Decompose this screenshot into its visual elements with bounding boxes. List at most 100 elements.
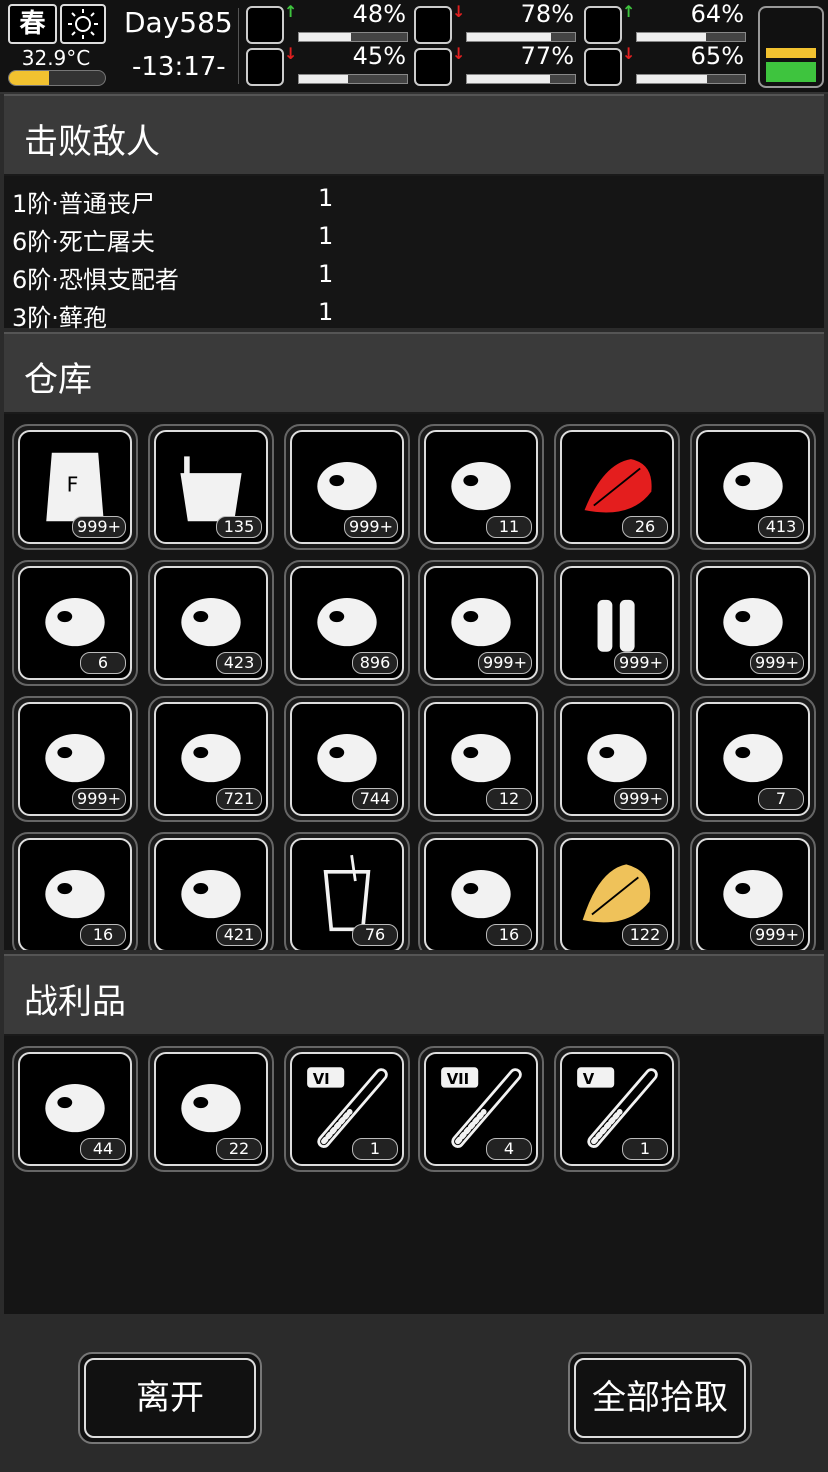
item-count: 421	[216, 924, 262, 946]
item-count: 122	[622, 924, 668, 946]
storage-grid[interactable]: F 999+ 135 999+ 11 26 413 6 423 896 999+ 999+ 999+ 99…	[4, 414, 824, 950]
item-slot[interactable]: V1	[554, 1046, 680, 1172]
item-count: 999+	[72, 516, 126, 538]
item-slot[interactable]: 135	[148, 424, 274, 550]
stat-percent: 64%	[690, 0, 744, 28]
item-slot[interactable]: 999+	[418, 560, 544, 686]
status-bar: 春 32.9°C Day585 -13:17- ↑ 48% ↓ 78% ↑ 64% ↓ 45%…	[0, 0, 828, 94]
item-slot[interactable]: 7	[690, 696, 816, 822]
loot-grid: 44 22 VI 1 VII 4 V 1	[4, 1036, 824, 1314]
item-slot[interactable]: 44	[12, 1046, 138, 1172]
item-slot[interactable]: 999+	[554, 696, 680, 822]
stat-stomach: ↓ 78%	[414, 0, 576, 44]
item-slot[interactable]: 896	[284, 560, 410, 686]
item-slot[interactable]: 22	[148, 1046, 274, 1172]
item-slot[interactable]: 26	[554, 424, 680, 550]
stat-percent: 78%	[520, 0, 574, 28]
item-count: 744	[352, 788, 398, 810]
clock: -13:17-	[132, 52, 226, 82]
stat-percent: 65%	[690, 42, 744, 70]
item-count: 1	[352, 1138, 398, 1160]
item-slot[interactable]: F 999+	[12, 424, 138, 550]
stomach-icon	[414, 6, 452, 44]
trend-arrow-icon: ↑	[284, 2, 298, 21]
item-slot[interactable]: 999+	[12, 696, 138, 822]
item-count: 896	[352, 652, 398, 674]
stat-percent: 77%	[520, 42, 574, 70]
stat-heart: ↓ 65%	[584, 42, 746, 86]
item-count: 22	[216, 1138, 262, 1160]
item-count: 135	[216, 516, 262, 538]
season-label: 春	[8, 4, 57, 44]
item-count: 76	[352, 924, 398, 946]
pill-icon	[584, 6, 622, 44]
list-item: 1阶·普通丧尸 1	[12, 184, 334, 218]
battery-icon[interactable]	[758, 6, 824, 88]
take-all-button[interactable]: 全部拾取	[568, 1352, 752, 1444]
item-slot[interactable]: 122	[554, 832, 680, 950]
item-count: 6	[80, 652, 126, 674]
item-slot[interactable]: VI 1	[284, 1046, 410, 1172]
stat-water-drop: ↓ 77%	[414, 42, 576, 86]
svg-text:VI: VI	[313, 1071, 330, 1088]
trend-arrow-icon: ↑	[622, 2, 636, 21]
leave-button[interactable]: 离开	[78, 1352, 262, 1444]
item-count: 423	[216, 652, 262, 674]
list-item: 6阶·恐惧支配者 1	[12, 260, 334, 294]
item-count: 999+	[750, 924, 804, 946]
item-slot[interactable]: 423	[148, 560, 274, 686]
item-slot[interactable]: 11	[418, 424, 544, 550]
item-slot[interactable]: 16	[418, 832, 544, 950]
stat-pill: ↑ 64%	[584, 0, 746, 44]
item-count: 413	[758, 516, 804, 538]
svg-text:VII: VII	[447, 1071, 470, 1088]
foot-icon	[246, 48, 284, 86]
day-counter: Day585	[124, 6, 233, 39]
item-count: 4	[486, 1138, 532, 1160]
item-count: 999+	[344, 516, 398, 538]
water-drop-icon	[414, 48, 452, 86]
sun-icon	[60, 4, 106, 44]
item-count: 999+	[72, 788, 126, 810]
item-count: 16	[486, 924, 532, 946]
loot-header: 战利品	[4, 954, 824, 1036]
item-slot[interactable]: 999+	[690, 560, 816, 686]
trend-arrow-icon: ↓	[452, 44, 466, 63]
item-slot[interactable]: 999+	[554, 560, 680, 686]
item-slot[interactable]: 721	[148, 696, 274, 822]
svg-text:F: F	[67, 473, 79, 497]
item-count: 999+	[614, 788, 668, 810]
item-count: 26	[622, 516, 668, 538]
medical-icon	[246, 6, 284, 44]
item-count: 999+	[478, 652, 532, 674]
item-slot[interactable]: 999+	[284, 424, 410, 550]
svg-text:V: V	[583, 1071, 595, 1088]
item-count: 999+	[614, 652, 668, 674]
item-slot[interactable]: 16	[12, 832, 138, 950]
item-slot[interactable]: VII 4	[418, 1046, 544, 1172]
trend-arrow-icon: ↓	[452, 2, 466, 21]
trend-arrow-icon: ↓	[622, 44, 636, 63]
item-slot[interactable]: 744	[284, 696, 410, 822]
item-slot[interactable]: 6	[12, 560, 138, 686]
item-slot[interactable]: 421	[148, 832, 274, 950]
heart-icon	[584, 48, 622, 86]
item-count: 12	[486, 788, 532, 810]
item-count: 7	[758, 788, 804, 810]
item-count: 44	[80, 1138, 126, 1160]
list-item: 6阶·死亡屠夫 1	[12, 222, 334, 256]
temperature-bar	[8, 70, 106, 86]
item-slot[interactable]: 999+	[690, 832, 816, 950]
stat-foot: ↓ 45%	[246, 42, 408, 86]
list-item: 3阶·藓孢 1	[12, 298, 334, 332]
item-slot[interactable]: 12	[418, 696, 544, 822]
item-count: 1	[622, 1138, 668, 1160]
item-slot[interactable]: 76	[284, 832, 410, 950]
item-count: 721	[216, 788, 262, 810]
stat-medical: ↑ 48%	[246, 0, 408, 44]
item-count: 999+	[750, 652, 804, 674]
item-count: 16	[80, 924, 126, 946]
trend-arrow-icon: ↓	[284, 44, 298, 63]
item-slot[interactable]: 413	[690, 424, 816, 550]
defeated-header: 击败敌人	[4, 94, 824, 176]
